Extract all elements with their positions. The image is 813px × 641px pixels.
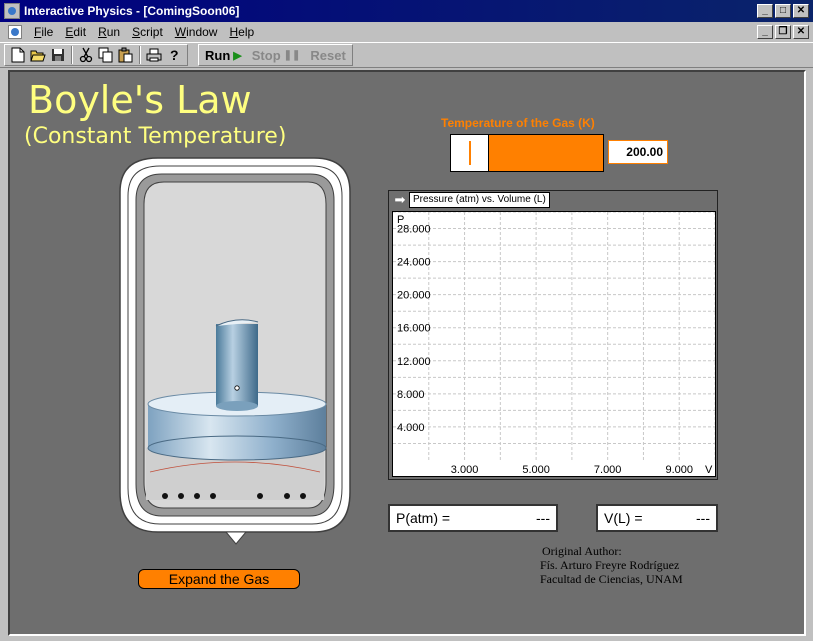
menu-file[interactable]: File [28, 25, 59, 39]
y-tick-label: 12.000 [397, 356, 431, 368]
stop-button[interactable]: Stop ❚❚ [252, 48, 301, 63]
copy-icon[interactable] [96, 45, 116, 65]
pressure-readout-label: P(atm) = [396, 510, 451, 526]
menu-window[interactable]: Window [169, 25, 224, 39]
toolbar: ? Run ▶ Stop ❚❚ Reset [0, 42, 813, 68]
x-axis-label: V [705, 464, 713, 476]
doc-restore-icon[interactable]: ❐ [775, 25, 791, 39]
minimize-icon[interactable]: _ [757, 4, 773, 18]
open-folder-icon[interactable] [28, 45, 48, 65]
new-file-icon[interactable] [8, 45, 28, 65]
help-icon[interactable]: ? [164, 45, 184, 65]
graph-title: Pressure (atm) vs. Volume (L) [409, 192, 550, 208]
window-title-bar: Interactive Physics - [ComingSoon06] _ □… [0, 0, 813, 22]
y-tick-label: 4.000 [397, 422, 425, 434]
toolbar-separator [71, 46, 73, 64]
y-tick-label: 20.000 [397, 290, 431, 302]
pause-icon: ❚❚ [283, 49, 301, 61]
graph-menu-arrow-icon[interactable]: ➡ [391, 192, 409, 208]
pressure-readout: P(atm) = --- [388, 504, 558, 532]
paste-icon[interactable] [116, 45, 136, 65]
temperature-slider[interactable] [450, 134, 604, 172]
run-toolbar-group: Run ▶ Stop ❚❚ Reset [198, 44, 353, 66]
y-tick-label: 24.000 [397, 257, 431, 269]
y-tick-label: 8.000 [397, 389, 425, 401]
toolbar-separator [139, 46, 141, 64]
author-credits: Original Author: Fís. Arturo Freyre Rodr… [540, 544, 683, 586]
app-icon[interactable] [4, 3, 20, 19]
menu-help[interactable]: Help [223, 25, 260, 39]
pressure-readout-value: --- [536, 510, 550, 526]
simulation-title: Boyle's Law [28, 78, 252, 122]
menu-bar: File Edit Run Script Window Help _ ❐ ✕ [0, 22, 813, 42]
menu-run[interactable]: Run [92, 25, 126, 39]
pressure-volume-graph[interactable]: ➡ Pressure (atm) vs. Volume (L) 4.000 8.0… [388, 190, 718, 480]
graph-plot-area: 4.000 8.000 12.000 16.000 20.000 24.000 28.000… [392, 211, 716, 477]
y-tick-label: 16.000 [397, 323, 431, 335]
menu-script[interactable]: Script [126, 25, 169, 39]
y-axis-label: P [397, 214, 404, 226]
credits-line-2: Fís. Arturo Freyre Rodríguez [540, 558, 680, 572]
x-tick-label: 7.000 [594, 464, 622, 476]
play-icon: ▶ [233, 49, 242, 62]
volume-readout-value: --- [696, 510, 710, 526]
x-tick-label: 9.000 [665, 464, 693, 476]
simulation-subtitle: (Constant Temperature) [24, 124, 287, 149]
save-icon[interactable] [48, 45, 68, 65]
simulation-canvas[interactable]: Boyle's Law (Constant Temperature) Tempe… [8, 70, 806, 636]
credits-line-3: Facultad de Ciencias, UNAM [540, 572, 683, 586]
expand-gas-button[interactable]: Expand the Gas [138, 569, 300, 589]
doc-minimize-icon[interactable]: _ [757, 25, 773, 39]
x-tick-label: 5.000 [522, 464, 550, 476]
run-button[interactable]: Run ▶ [205, 48, 242, 63]
document-icon[interactable] [8, 25, 22, 39]
maximize-icon[interactable]: □ [775, 4, 791, 18]
menu-edit[interactable]: Edit [59, 25, 92, 39]
print-icon[interactable] [144, 45, 164, 65]
temperature-slider-thumb[interactable] [451, 135, 489, 171]
svg-text:?: ? [170, 47, 179, 63]
gas-cylinder [119, 157, 351, 545]
temperature-value[interactable]: 200.00 [608, 140, 668, 164]
x-tick-label: 3.000 [451, 464, 479, 476]
reset-button[interactable]: Reset [310, 48, 345, 63]
volume-readout: V(L) = --- [596, 504, 718, 532]
temperature-slider-fill [489, 135, 603, 171]
credits-line-1: Original Author: [542, 544, 622, 558]
volume-readout-label: V(L) = [604, 510, 643, 526]
cut-icon[interactable] [76, 45, 96, 65]
temperature-label: Temperature of the Gas (K) [441, 116, 595, 130]
file-toolbar-group: ? [4, 44, 188, 66]
window-title: Interactive Physics - [ComingSoon06] [24, 4, 240, 18]
close-icon[interactable]: ✕ [793, 4, 809, 18]
doc-close-icon[interactable]: ✕ [793, 25, 809, 39]
